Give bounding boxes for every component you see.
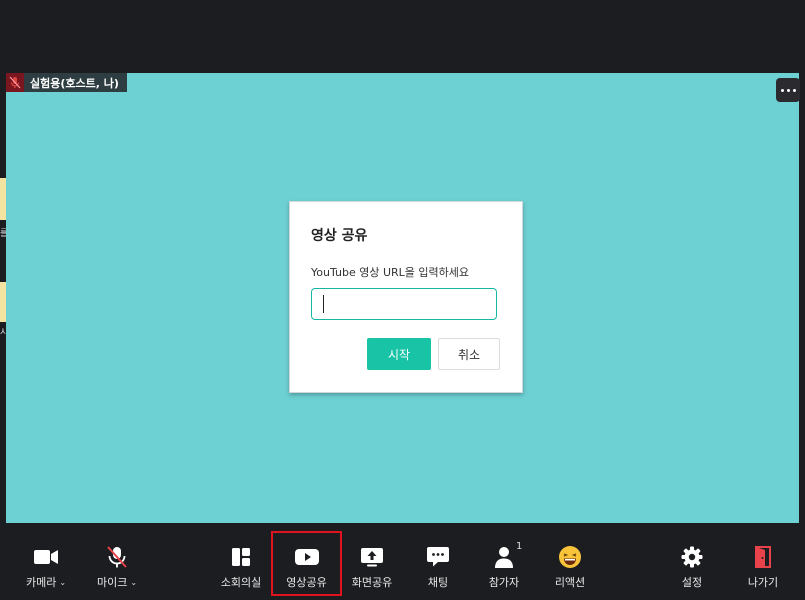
leave-button[interactable]: 나가기 <box>733 523 793 600</box>
microphone-button[interactable]: 마이크 ⌄ <box>88 523 146 600</box>
settings-label: 설정 <box>681 576 703 589</box>
chat-bubble-icon <box>426 545 450 569</box>
breakout-rooms-label: 소회의실 <box>220 576 262 589</box>
start-button[interactable]: 시작 <box>367 338 431 370</box>
chevron-down-icon[interactable]: ⌄ <box>130 578 137 587</box>
chevron-down-icon[interactable]: ⌄ <box>59 578 66 587</box>
participant-name-tag: 실험용(호스트, 나) <box>6 73 127 92</box>
mic-muted-icon <box>6 73 24 92</box>
screen-upload-icon <box>360 545 384 569</box>
video-share-label: 영상공유 <box>286 576 327 589</box>
video-camera-icon <box>34 545 58 569</box>
reactions-button[interactable]: 리액션 <box>539 523 601 600</box>
cancel-button[interactable]: 취소 <box>438 338 500 370</box>
screen-share-button[interactable]: 화면공유 <box>341 523 403 600</box>
reactions-label: 리액션 <box>554 576 586 589</box>
breakout-rooms-button[interactable]: 소회의실 <box>210 523 272 600</box>
person-icon: 1 <box>494 541 522 569</box>
top-bar <box>0 0 805 73</box>
meeting-toolbar: 카메라 ⌄ 마이크 ⌄ 소회의실 영상공유 화면공유 채팅 1 참가자 리액션 … <box>0 523 805 600</box>
participant-name: 실험용(호스트, 나) <box>30 76 119 90</box>
breakout-rooms-icon <box>231 545 251 569</box>
leave-label: 나가기 <box>747 576 779 589</box>
youtube-url-input[interactable] <box>311 288 497 320</box>
mic-label: 마이크 <box>96 576 128 589</box>
chat-button[interactable]: 채팅 <box>407 523 469 600</box>
camera-button[interactable]: 카메라 ⌄ <box>15 523 77 600</box>
dialog-title: 영상 공유 <box>311 228 368 244</box>
participant-count: 1 <box>516 541 523 552</box>
laughing-emoji-icon <box>558 545 582 569</box>
stage-right-edge <box>799 73 805 523</box>
settings-button[interactable]: 설정 <box>662 523 722 600</box>
exit-door-icon <box>754 545 772 569</box>
chat-label: 채팅 <box>427 576 449 589</box>
text-caret <box>323 295 324 313</box>
video-share-button[interactable]: 영상공유 <box>273 523 340 600</box>
video-share-dialog: 영상 공유 YouTube 영상 URL을 입력하세요 시작 취소 <box>289 201 523 393</box>
youtube-play-icon <box>294 545 319 569</box>
camera-label: 카메라 <box>25 576 57 589</box>
screen-share-label: 화면공유 <box>351 576 393 589</box>
mic-muted-icon <box>106 545 128 569</box>
ellipsis-icon <box>780 88 796 92</box>
participants-label: 참가자 <box>488 576 520 589</box>
more-options-button[interactable] <box>776 78 800 102</box>
dialog-prompt: YouTube 영상 URL을 입력하세요 <box>311 266 470 279</box>
participants-button[interactable]: 1 참가자 <box>473 523 535 600</box>
gear-icon <box>681 545 703 569</box>
